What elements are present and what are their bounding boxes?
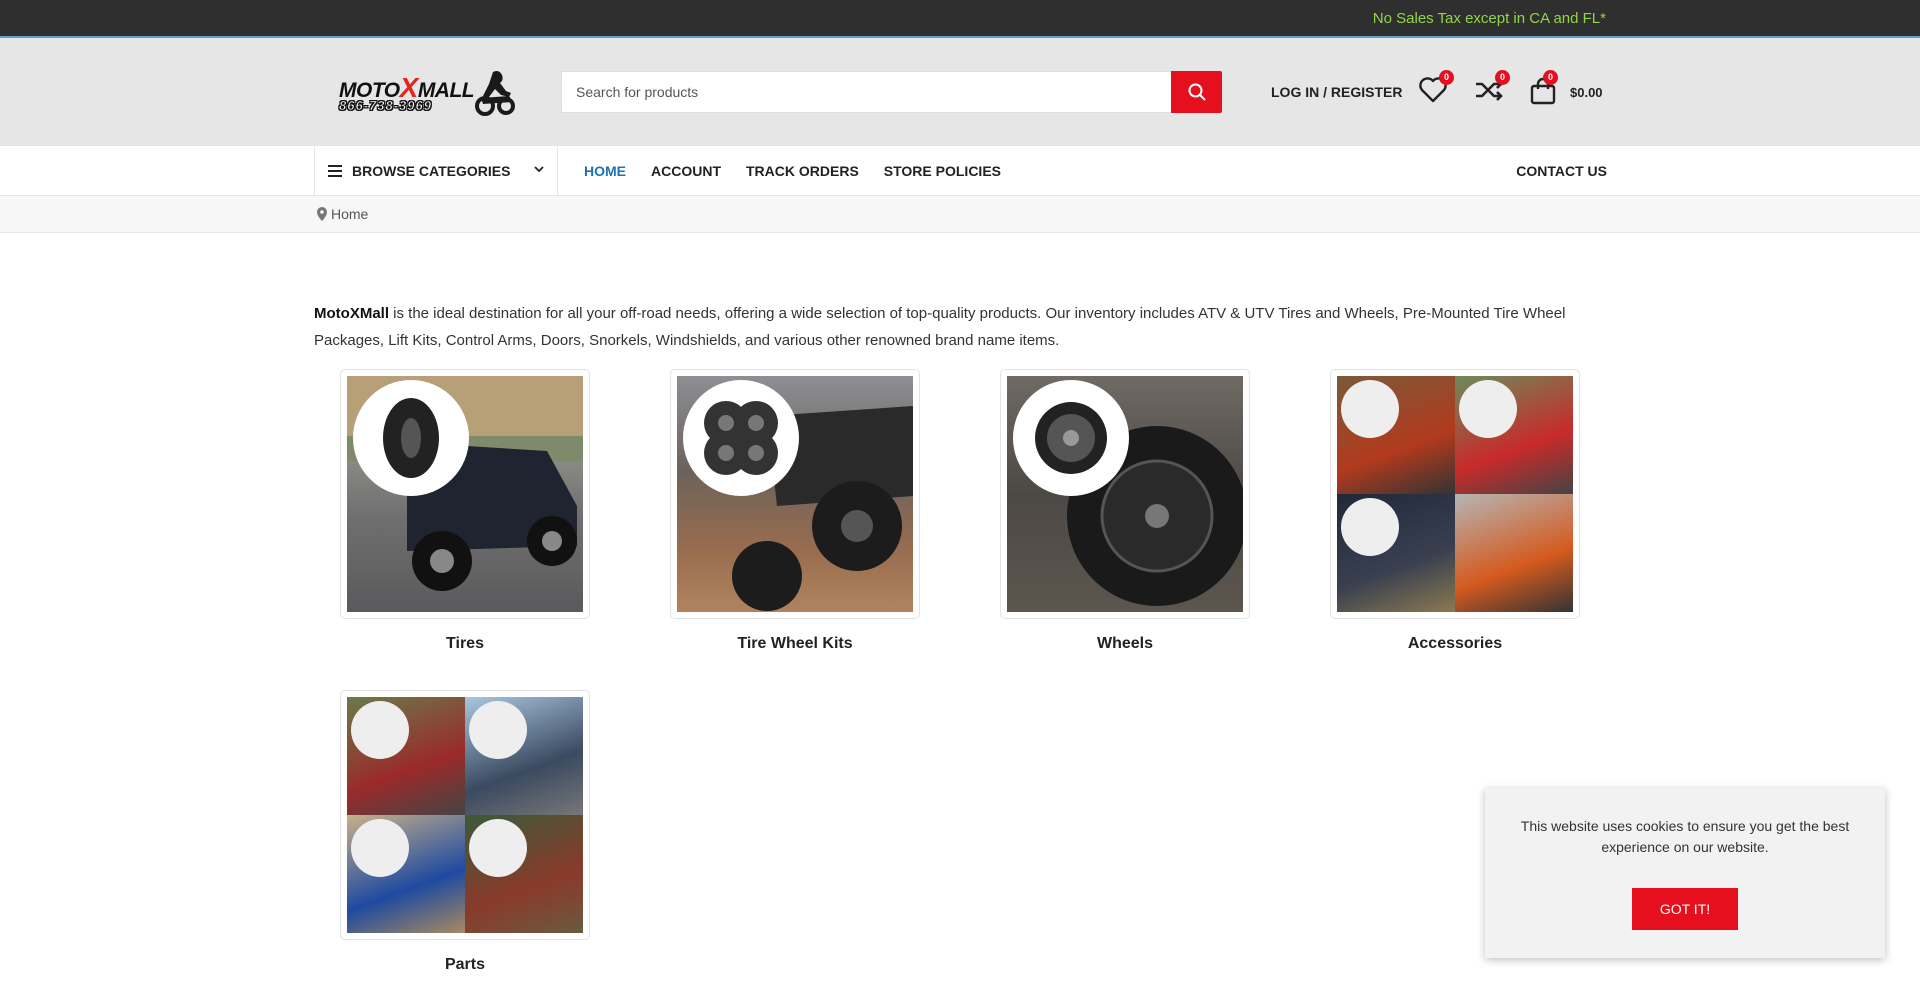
cookie-accept-button[interactable]: GOT IT! — [1632, 888, 1738, 930]
hamburger-menu-icon — [328, 165, 342, 177]
nav-link-track-orders[interactable]: TRACK ORDERS — [746, 163, 859, 179]
category-label[interactable]: Accessories — [1330, 635, 1580, 653]
category-label[interactable]: Parts — [340, 956, 590, 974]
accessories-category-image — [1337, 376, 1573, 612]
breadcrumb-home-link[interactable]: Home — [331, 206, 368, 222]
category-card-tire-wheel-kits[interactable]: Tire Wheel Kits — [670, 369, 920, 653]
cart-count-badge: 0 — [1543, 70, 1558, 85]
category-label[interactable]: Tires — [340, 635, 590, 653]
browse-categories-label: BROWSE CATEGORIES — [352, 163, 511, 179]
chevron-down-icon — [534, 166, 544, 173]
tires-category-image — [347, 376, 583, 612]
wishlist-button[interactable]: 0 — [1418, 70, 1454, 108]
cookie-message: This website uses cookies to ensure you … — [1520, 818, 1850, 855]
logo-phone: 866-738-3969 — [339, 98, 432, 114]
cart-total[interactable]: $0.00 — [1570, 85, 1603, 100]
wishlist-count-badge: 0 — [1439, 70, 1454, 85]
map-pin-icon — [317, 207, 327, 221]
nav-link-account[interactable]: ACCOUNT — [651, 163, 721, 179]
nav-link-home[interactable]: HOME — [584, 163, 626, 179]
category-card-wheels[interactable]: Wheels — [1000, 369, 1250, 653]
tire-icon — [383, 398, 439, 478]
intro-brand: MotoXMall — [314, 305, 389, 322]
login-register-link[interactable]: LOG IN / REGISTER — [1271, 84, 1402, 100]
category-card-parts[interactable]: Parts — [340, 690, 590, 974]
promo-bar: No Sales Tax except in CA and FL* — [0, 0, 1920, 38]
compare-button[interactable]: 0 — [1474, 70, 1510, 108]
site-header: MOTOXMALL 866-738-3969 LOG IN / REGISTER… — [0, 38, 1920, 146]
intro-paragraph: MotoXMall is the ideal destination for a… — [314, 300, 1614, 354]
main-navigation: BROWSE CATEGORIES HOME ACCOUNT TRACK ORD… — [0, 146, 1920, 196]
category-card-accessories[interactable]: Accessories — [1330, 369, 1580, 653]
compare-count-badge: 0 — [1495, 70, 1510, 85]
nav-links: HOME ACCOUNT TRACK ORDERS STORE POLICIES — [584, 163, 1001, 179]
breadcrumb: Home — [0, 196, 1920, 233]
search-input[interactable] — [562, 72, 1162, 112]
category-label[interactable]: Wheels — [1000, 635, 1250, 653]
tire-wheel-kits-category-image — [677, 376, 913, 612]
atv-rider-logo-icon — [475, 71, 515, 116]
intro-text: is the ideal destination for all your of… — [314, 305, 1566, 349]
wheel-icon — [1035, 402, 1107, 474]
category-card-tires[interactable]: Tires — [340, 369, 590, 653]
browse-categories-dropdown[interactable]: BROWSE CATEGORIES — [314, 146, 558, 196]
promo-text: No Sales Tax except in CA and FL* — [1372, 10, 1606, 27]
search-box — [561, 71, 1222, 113]
nav-link-contact-us[interactable]: CONTACT US — [1516, 163, 1607, 179]
nav-link-store-policies[interactable]: STORE POLICIES — [884, 163, 1001, 179]
cookie-consent-popup: This website uses cookies to ensure you … — [1485, 788, 1885, 958]
search-button[interactable] — [1171, 71, 1222, 113]
site-logo[interactable]: MOTOXMALL 866-738-3969 — [337, 68, 517, 118]
tire-set-icon — [704, 401, 778, 475]
parts-category-image — [347, 697, 583, 933]
cart-button[interactable]: 0 — [1528, 70, 1562, 108]
wheels-category-image — [1007, 376, 1243, 612]
category-label[interactable]: Tire Wheel Kits — [670, 635, 920, 653]
search-icon — [1188, 83, 1206, 101]
